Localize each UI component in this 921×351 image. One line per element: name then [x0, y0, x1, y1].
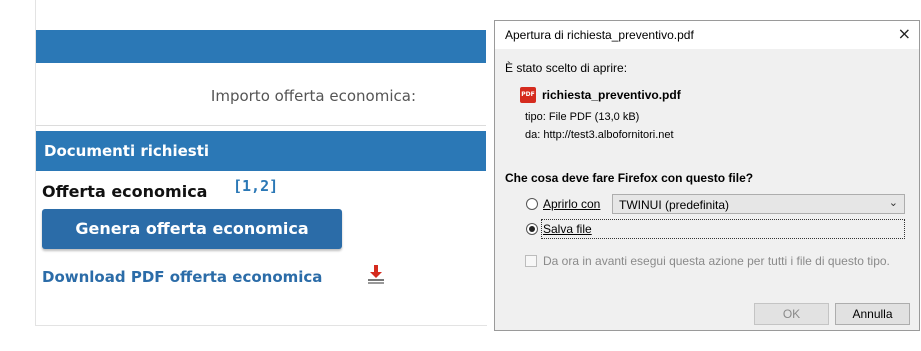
save-file-label[interactable]: Salva file [543, 222, 592, 236]
close-icon[interactable]: × [898, 24, 911, 43]
dialog-titlebar: Apertura di richiesta_preventivo.pdf × [495, 21, 919, 49]
remember-label: Da ora in avanti esegui questa azione pe… [543, 254, 890, 268]
action-question: Che cosa deve fare Firefox con questo fi… [505, 171, 754, 185]
importo-row: Importo offerta economica: [36, 63, 486, 126]
pdf-icon: PDF [520, 87, 536, 103]
cancel-button[interactable]: Annulla [835, 303, 910, 325]
save-file-focus-box [541, 219, 905, 239]
offer-label: Offerta economica [42, 182, 208, 201]
section-title: Documenti richiesti [44, 142, 210, 160]
ok-button[interactable]: OK [754, 303, 829, 325]
open-file-dialog: Apertura di richiesta_preventivo.pdf × È… [494, 20, 920, 331]
dialog-title: Apertura di richiesta_preventivo.pdf [505, 28, 694, 42]
chevron-down-icon: ⌄ [888, 196, 898, 209]
application-select-value: TWINUI (predefinita) [619, 198, 730, 212]
importo-label: Importo offerta economica: [210, 87, 416, 105]
top-header-bar [36, 30, 486, 63]
open-with-radio[interactable] [526, 198, 538, 210]
remember-checkbox[interactable] [525, 255, 537, 267]
download-icon[interactable] [367, 265, 385, 285]
file-name: richiesta_preventivo.pdf [542, 88, 681, 102]
documents-section-header: Documenti richiesti [36, 131, 486, 171]
web-page: Importo offerta economica: Documenti ric… [0, 0, 487, 351]
application-select[interactable]: TWINUI (predefinita) ⌄ [612, 194, 905, 214]
chosen-text: È stato scelto di aprire: [505, 61, 628, 75]
file-source: da: http://test3.albofornitori.net [525, 129, 674, 141]
download-pdf-link[interactable]: Download PDF offerta economica [42, 268, 322, 286]
genera-offerta-button[interactable]: Genera offerta economica [42, 209, 342, 249]
offer-references-link[interactable]: [1,2] [233, 177, 278, 195]
file-type: tipo: File PDF (13,0 kB) [525, 111, 640, 123]
open-with-label[interactable]: Aprirlo con [543, 197, 600, 211]
save-file-radio[interactable] [526, 223, 538, 235]
